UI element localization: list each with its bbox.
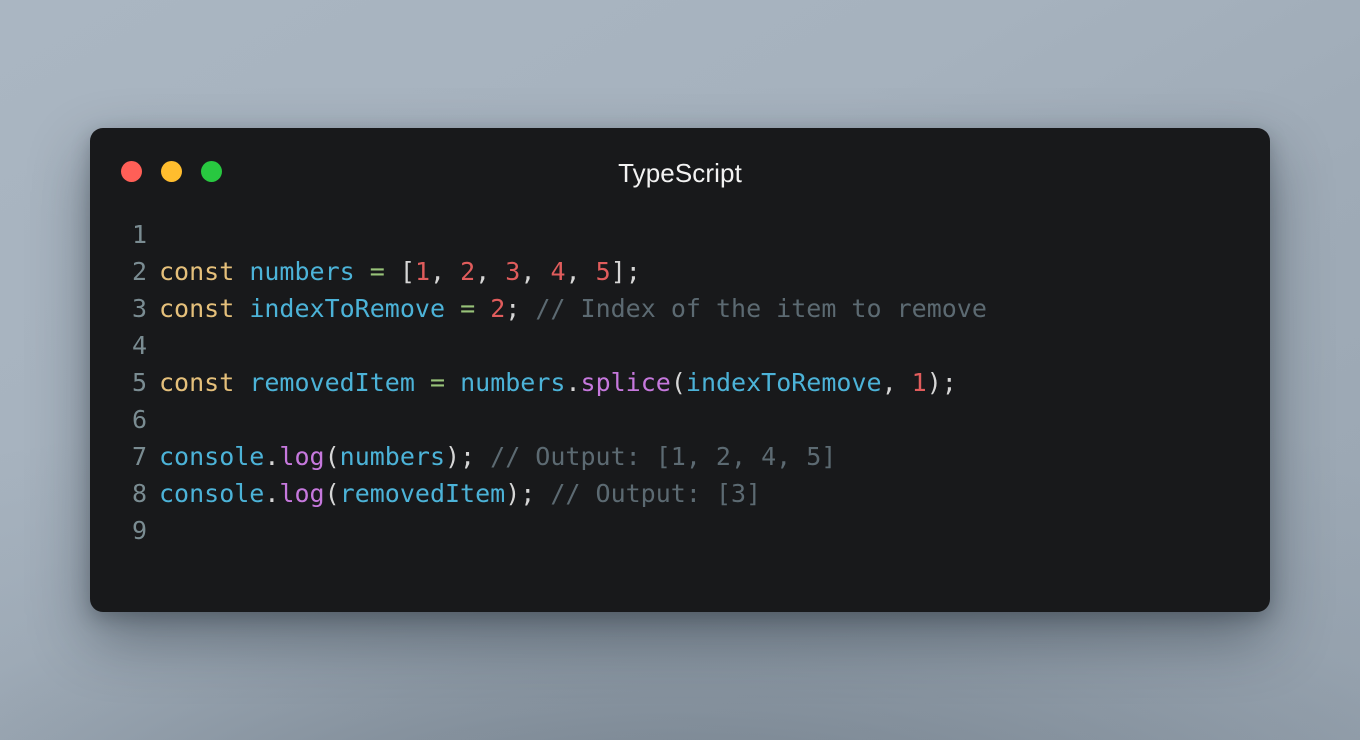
line-number: 2 <box>131 257 147 286</box>
line-number: 6 <box>131 405 147 434</box>
code-token-punct: ( <box>670 368 686 397</box>
code-editor[interactable]: 1 2 const numbers = [1, 2, 3, 4, 5]; 3 const… <box>90 216 1270 549</box>
code-token-punct: , <box>475 257 506 286</box>
code-line[interactable]: 5 const removedItem = numbers.splice(inde… <box>90 364 1270 401</box>
code-token-operator: = <box>429 368 446 397</box>
window-titlebar: TypeScript <box>90 128 1270 216</box>
code-token-punct: ]; <box>610 257 641 286</box>
code-token-method: log <box>279 442 325 471</box>
code-line[interactable]: 6 <box>90 401 1270 438</box>
code-token-ident: console <box>159 442 265 471</box>
line-number: 1 <box>131 220 147 249</box>
code-token-punct: ); <box>926 368 957 397</box>
code-token-comment: // Output: [1, 2, 4, 5] <box>490 442 837 471</box>
window-title: TypeScript <box>618 158 742 188</box>
code-token-punct: ); <box>445 442 491 471</box>
code-line[interactable]: 2 const numbers = [1, 2, 3, 4, 5]; <box>90 253 1270 290</box>
code-token-keyword: const <box>159 368 235 397</box>
code-token-ident: indexToRemove <box>685 368 882 397</box>
code-token-number: 2 <box>490 294 506 323</box>
code-token-comment: // Index of the item to remove <box>535 294 987 323</box>
code-token-punct: [ <box>399 257 415 286</box>
code-line[interactable]: 8 console.log(removedItem); // Output: [3… <box>90 475 1270 512</box>
code-token-ident: indexToRemove <box>249 294 445 323</box>
line-number: 3 <box>131 294 147 323</box>
code-token-punct: ); <box>505 479 551 508</box>
code-token-keyword: const <box>159 257 235 286</box>
line-number: 9 <box>131 516 147 545</box>
code-token-keyword: const <box>159 294 235 323</box>
code-token-punct: , <box>520 257 551 286</box>
code-token-ident: console <box>159 479 265 508</box>
code-token-punct: . <box>264 479 280 508</box>
code-token-punct: ( <box>324 442 340 471</box>
code-token-punct: ( <box>324 479 340 508</box>
code-line[interactable]: 1 <box>90 216 1270 253</box>
code-token-number: 1 <box>414 257 430 286</box>
line-number: 7 <box>131 442 147 471</box>
line-number: 8 <box>131 479 147 508</box>
code-line-content: console.log(numbers); // Output: [1, 2, … <box>159 438 1270 475</box>
code-token-number: 5 <box>595 257 611 286</box>
code-token-number: 2 <box>460 257 476 286</box>
code-token-punct: ; <box>505 294 536 323</box>
code-token-ident: removedItem <box>339 479 506 508</box>
code-line-content: const numbers = [1, 2, 3, 4, 5]; <box>159 253 1270 290</box>
code-token-number: 4 <box>550 257 566 286</box>
code-token-punct: . <box>264 442 280 471</box>
line-number: 4 <box>131 331 147 360</box>
code-token-ident: numbers <box>339 442 445 471</box>
code-token-punct: , <box>430 257 461 286</box>
code-token-method: log <box>279 479 325 508</box>
code-line-content: const indexToRemove = 2; // Index of the… <box>159 290 1270 327</box>
code-token-punct: . <box>565 368 581 397</box>
code-token-number: 1 <box>911 368 927 397</box>
code-line-content: const removedItem = numbers.splice(index… <box>159 364 1270 401</box>
code-token-comment: // Output: [3] <box>550 479 762 508</box>
code-token-operator: = <box>460 294 476 323</box>
code-token-ident: removedItem <box>249 368 415 397</box>
code-line[interactable]: 9 <box>90 512 1270 549</box>
code-line[interactable]: 3 const indexToRemove = 2; // Index of th… <box>90 290 1270 327</box>
code-token-ident: numbers <box>460 368 566 397</box>
code-token-punct: , <box>881 368 912 397</box>
code-line[interactable]: 7 console.log(numbers); // Output: [1, 2,… <box>90 438 1270 475</box>
code-token-number: 3 <box>505 257 521 286</box>
code-line[interactable]: 4 <box>90 327 1270 364</box>
line-number: 5 <box>131 368 147 397</box>
code-token-ident: numbers <box>249 257 355 286</box>
code-token-operator: = <box>369 257 385 286</box>
code-token-punct: , <box>565 257 596 286</box>
code-window: TypeScript 1 2 const numbers = [1, 2, 3, 4… <box>90 128 1270 612</box>
code-line-content: console.log(removedItem); // Output: [3] <box>159 475 1270 512</box>
code-token-method: splice <box>580 368 671 397</box>
